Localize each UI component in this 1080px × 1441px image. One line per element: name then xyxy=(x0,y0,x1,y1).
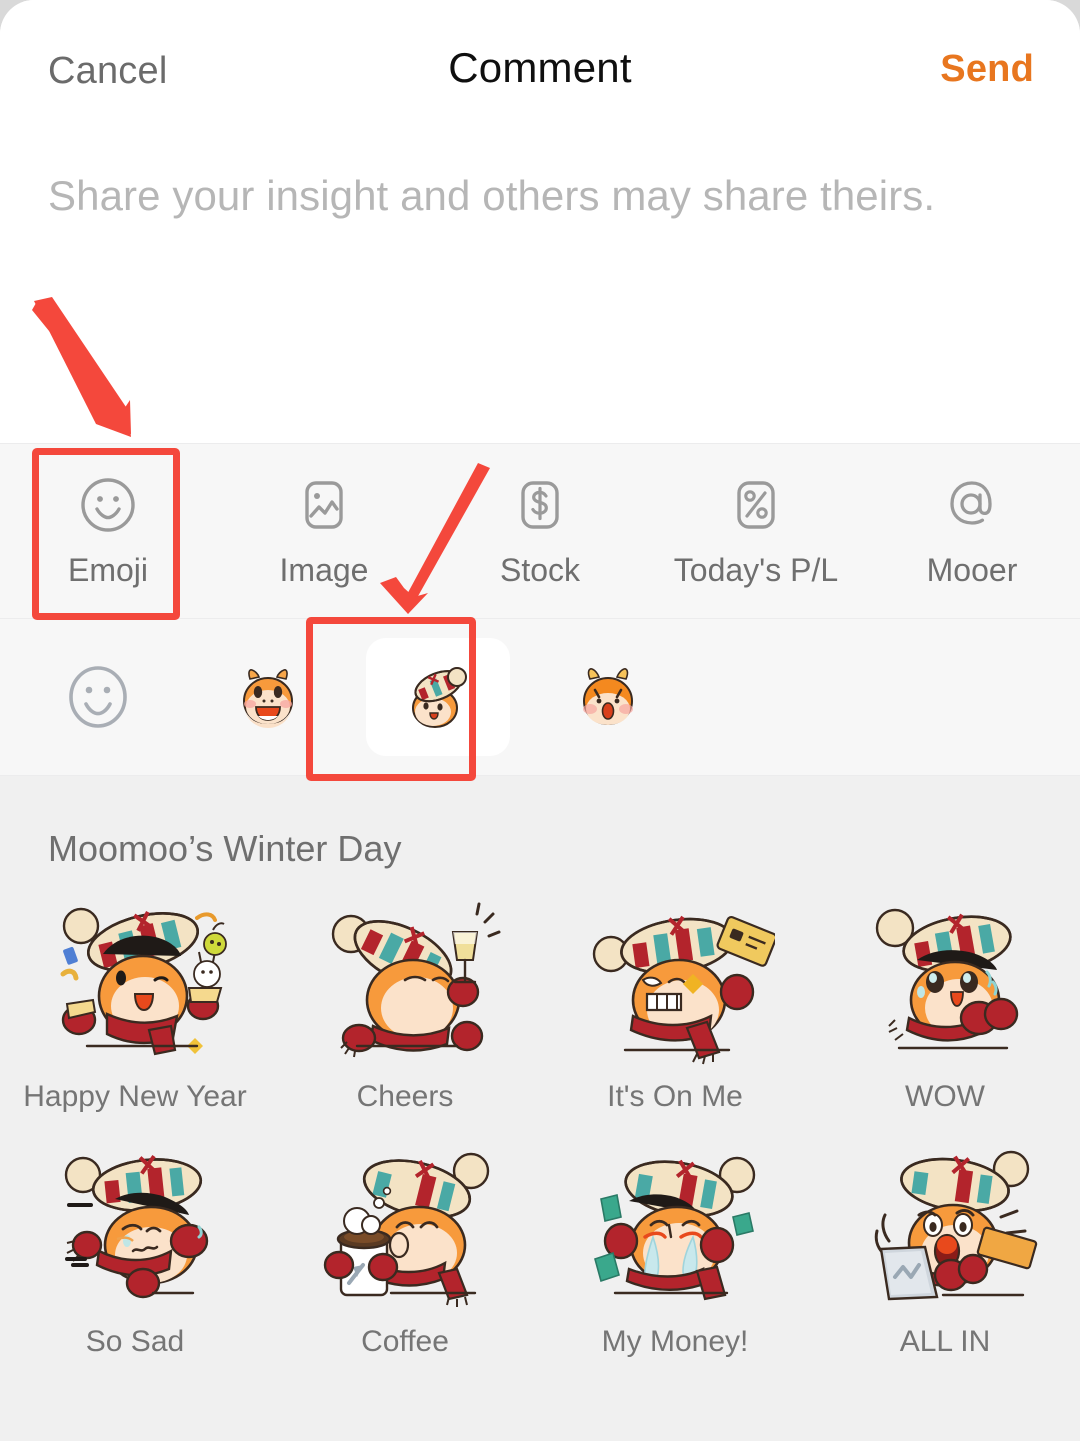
toolbar-label-stock: Stock xyxy=(499,552,581,588)
moomoo-partial-3-art xyxy=(570,1380,780,1441)
sticker-label: Cheers xyxy=(356,1080,454,1113)
sticker-label: It's On Me xyxy=(607,1080,743,1113)
smiley-icon xyxy=(77,474,139,536)
sticker-label: WOW xyxy=(905,1080,985,1113)
moomoo-cry-money-art xyxy=(570,1135,780,1315)
toolbar-item-emoji[interactable]: Emoji xyxy=(0,444,216,618)
comment-input-placeholder: Share your insight and others may share … xyxy=(48,172,936,219)
sticker-coffee[interactable]: Coffee xyxy=(270,1135,540,1380)
sticker-my-money[interactable]: My Money! xyxy=(540,1135,810,1380)
sticker-cheers[interactable]: Cheers xyxy=(270,890,540,1135)
moomoo-cheers-newyear-art xyxy=(30,890,240,1070)
page-title: Comment xyxy=(448,44,632,91)
comment-composer[interactable]: Share your insight and others may share … xyxy=(0,140,1080,443)
sticker-row: Happy New Year Cheers It's On Me WOW xyxy=(0,890,1080,1135)
at-icon xyxy=(941,474,1003,536)
toolbar-label-todays-pl: Today's P/L xyxy=(673,552,839,588)
sticker-label: Happy New Year xyxy=(23,1080,247,1113)
comment-sheet: Cancel Comment Send Share your insight a… xyxy=(0,0,1080,1441)
sticker-partial-2[interactable] xyxy=(270,1380,540,1441)
sticker-tab-recent[interactable] xyxy=(26,638,170,756)
sheet-header: Cancel Comment Send xyxy=(0,0,1080,140)
sticker-row: So Sad Coffee My Money! ALL IN xyxy=(0,1135,1080,1380)
toolbar-item-image[interactable]: Image xyxy=(216,444,432,618)
sticker-wow[interactable]: WOW xyxy=(810,890,1080,1135)
sticker-all-in[interactable]: ALL IN xyxy=(810,1135,1080,1380)
toolbar-label-image: Image xyxy=(279,552,369,588)
moomoo-card-art xyxy=(570,890,780,1070)
moomoo-partial-4-art xyxy=(840,1380,1050,1441)
toolbar-label-emoji: Emoji xyxy=(67,552,148,588)
sticker-label: ALL IN xyxy=(899,1325,991,1358)
sticker-pack-title: Moomoo’s Winter Day xyxy=(48,828,402,869)
dollar-icon xyxy=(509,474,571,536)
image-icon xyxy=(293,474,355,536)
sticker-pack-tabstrip xyxy=(0,618,1080,776)
toolbar-label-mooer: Mooer xyxy=(926,552,1018,588)
moomoo-shock-icon xyxy=(562,651,654,743)
sticker-pane: Moomoo’s Winter Day Happy New Year Cheer… xyxy=(0,776,1080,1441)
sticker-its-on-me[interactable]: It's On Me xyxy=(540,890,810,1135)
moomoo-toast-art xyxy=(300,890,510,1070)
moomoo-sad-art xyxy=(30,1135,240,1315)
moomoo-wow-art xyxy=(840,890,1050,1070)
toolbar-item-mooer[interactable]: Mooer xyxy=(864,444,1080,618)
moomoo-coffee-art xyxy=(300,1135,510,1315)
sticker-label: So Sad xyxy=(85,1325,185,1358)
sticker-tab-moomoo-winter-day[interactable] xyxy=(366,638,510,756)
sticker-tab-moomoo-shock[interactable] xyxy=(536,638,680,756)
sticker-tab-moomoo-classic[interactable] xyxy=(196,638,340,756)
sticker-label: My Money! xyxy=(601,1325,749,1358)
send-button[interactable]: Send xyxy=(940,48,1034,91)
sticker-partial-4[interactable] xyxy=(810,1380,1080,1441)
sticker-partial-3[interactable] xyxy=(540,1380,810,1441)
sticker-grid: Happy New Year Cheers It's On Me WOW So … xyxy=(0,890,1080,1441)
moomoo-partial-1-art xyxy=(30,1380,240,1441)
sticker-partial-1[interactable] xyxy=(0,1380,270,1441)
sticker-so-sad[interactable]: So Sad xyxy=(0,1135,270,1380)
attachment-toolbar: Emoji Image Stock Today's P/L Mooer xyxy=(0,443,1080,618)
moomoo-partial-2-art xyxy=(300,1380,510,1441)
toolbar-item-stock[interactable]: Stock xyxy=(432,444,648,618)
sticker-row xyxy=(0,1380,1080,1441)
moomoo-laugh-icon xyxy=(222,651,314,743)
moomoo-allin-art xyxy=(840,1135,1050,1315)
percent-icon xyxy=(725,474,787,536)
sticker-label: Coffee xyxy=(361,1325,449,1358)
moomoo-winter-icon xyxy=(392,651,484,743)
toolbar-item-todays-pl[interactable]: Today's P/L xyxy=(648,444,864,618)
sticker-happy-new-year[interactable]: Happy New Year xyxy=(0,890,270,1135)
smiley-outline-icon xyxy=(52,651,144,743)
